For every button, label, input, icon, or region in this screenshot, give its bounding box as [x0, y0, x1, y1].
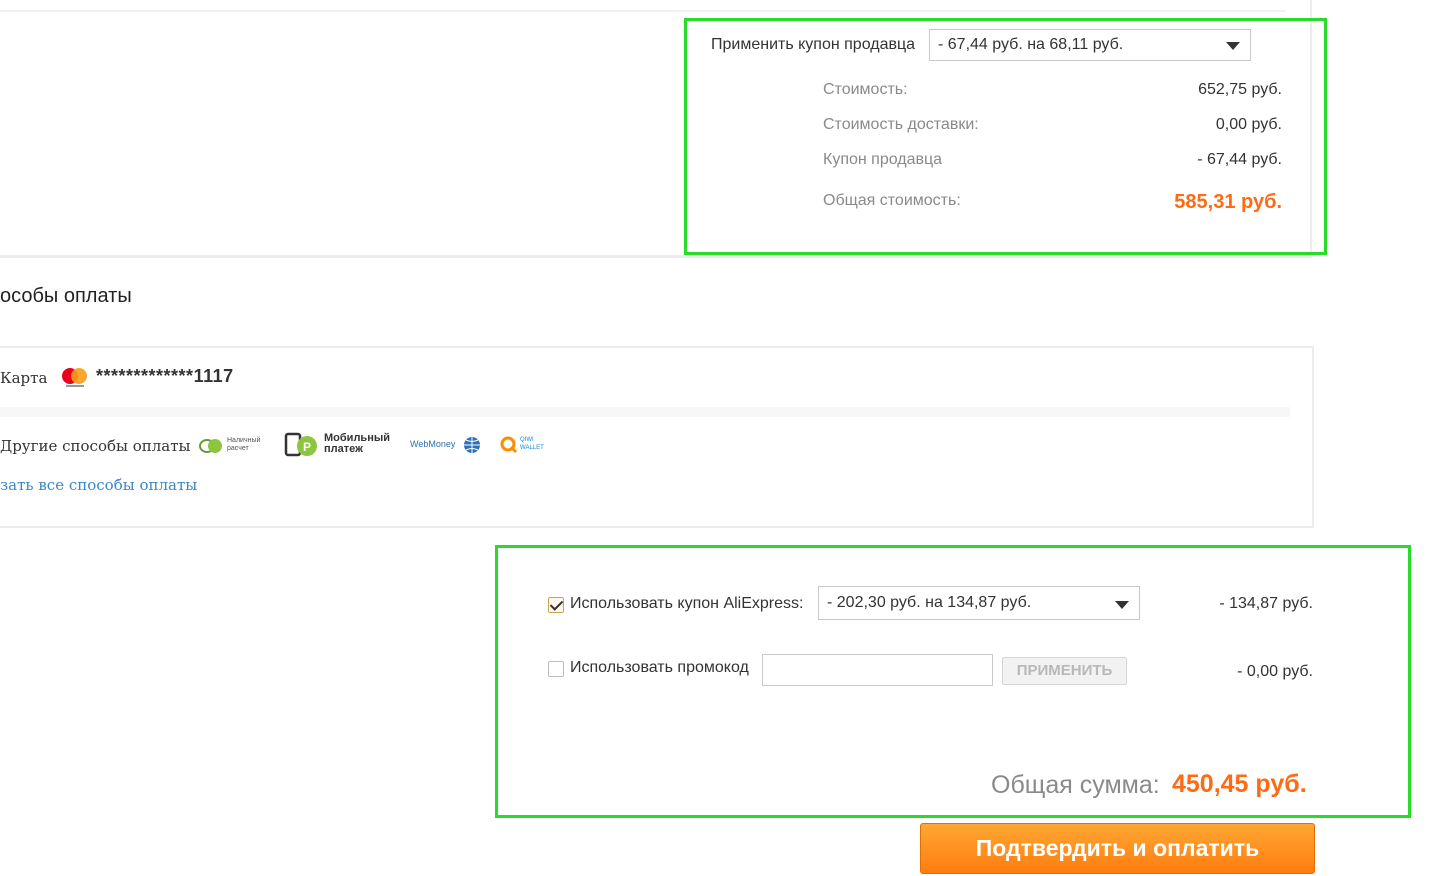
cash-payment-option[interactable]: Наличный расчет [199, 433, 271, 459]
card-label[interactable]: Карта [0, 369, 47, 387]
qiwi-label: QIWI WALLET [520, 437, 544, 451]
highlight-box [495, 545, 1411, 818]
globe-icon [464, 437, 480, 453]
mobile-payment-icon: P [284, 432, 317, 457]
webmoney-label: WebMoney [410, 439, 456, 449]
other-methods-label: Другие способы оплаты [0, 437, 191, 455]
mobile-payment-option[interactable]: P Мобильный платеж [284, 432, 399, 458]
mobile-payment-label: Мобильный платеж [324, 432, 390, 455]
highlight-box [684, 18, 1327, 255]
cash-label: Наличный расчет [227, 437, 261, 452]
confirm-and-pay-button[interactable]: Подтвердить и оплатить [920, 823, 1315, 874]
show-all-payment-methods-link[interactable]: зать все способы оплаты [0, 476, 197, 494]
payment-section-title: особы оплаты [0, 285, 132, 307]
divider [0, 10, 1285, 12]
mastercard-icon [60, 366, 90, 388]
webmoney-option[interactable]: WebMoney [410, 436, 485, 456]
svg-text:P: P [303, 440, 311, 454]
cash-icon [199, 439, 222, 453]
card-number: *************1117 [96, 366, 234, 386]
divider [0, 407, 1290, 417]
qiwi-wallet-option[interactable]: QIWI WALLET [500, 435, 556, 455]
qiwi-icon [500, 436, 518, 454]
